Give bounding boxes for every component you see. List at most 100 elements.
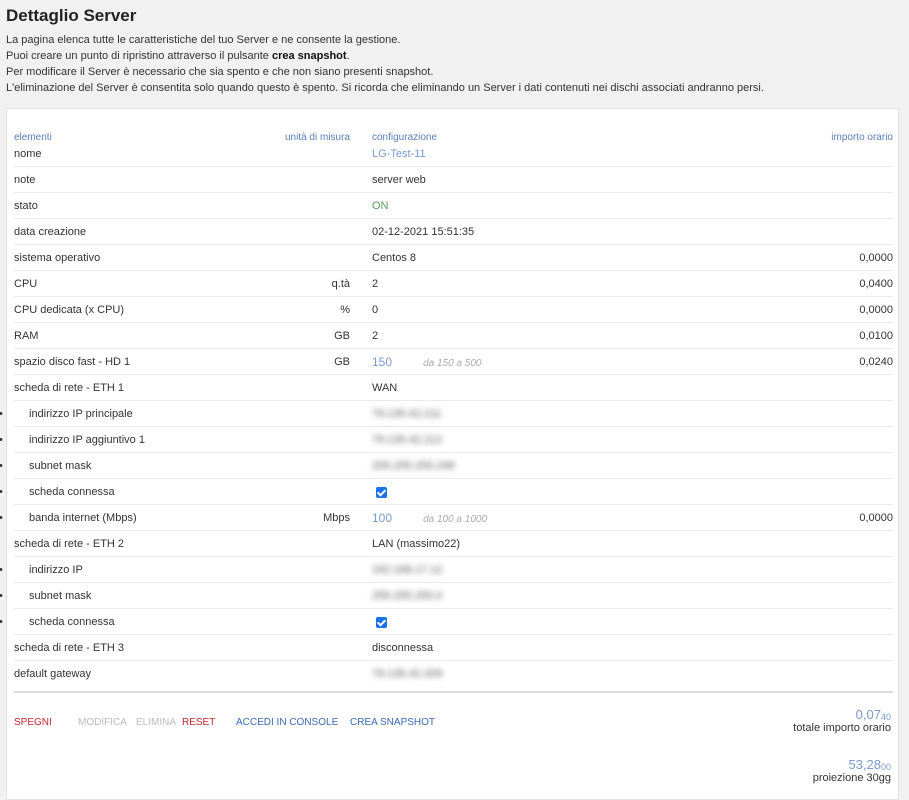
row-label: scheda di rete - ETH 1	[14, 382, 125, 394]
accedi-console-button[interactable]: ACCEDI IN CONSOLE	[236, 717, 338, 728]
bandwidth-input[interactable]: 100	[372, 505, 420, 531]
table-row-eth2-ip: indirizzo IP 192.168.17.12	[0, 557, 893, 583]
row-label: RAM	[14, 330, 39, 342]
table-row-gateway: default gateway 79.135.42.209	[14, 661, 893, 687]
monthly-projection: 53,2800 proiezione 30gg	[813, 757, 891, 784]
bandwidth-input-wrap: 100 da 100 a 1000	[372, 505, 487, 533]
row-unit: Mbps	[323, 512, 350, 524]
row-label: stato	[14, 200, 38, 212]
monthly-projection-label: proiezione 30gg	[812, 772, 891, 784]
disk-range-hint: da 150 a 500	[423, 358, 482, 369]
row-value: 2	[372, 330, 379, 342]
table-row-eth2: scheda di rete - ETH 2 LAN (massimo22)	[14, 531, 893, 557]
row-value: 02-12-2021 15:51:35	[372, 226, 475, 238]
row-unit: GB	[334, 356, 350, 368]
row-amount: 0,0000	[859, 304, 893, 316]
ip-value-blurred: 192.168.17.12	[372, 564, 443, 576]
modifica-button[interactable]: MODIFICA	[78, 717, 127, 728]
row-label: scheda di rete - ETH 2	[14, 538, 125, 550]
row-amount: 0,0240	[859, 356, 893, 368]
table-row-eth1: scheda di rete - ETH 1 WAN	[14, 375, 893, 401]
page-title: Dettaglio Server	[6, 6, 137, 25]
monthly-projection-main: 53,28	[848, 757, 881, 772]
row-value: LAN (massimo22)	[372, 538, 461, 550]
table-row-stato: stato ON	[14, 193, 893, 219]
table-row-disk: spazio disco fast - HD 1 GB 150 da 150 a…	[14, 349, 893, 375]
table-row-cpu-dedicata: CPU dedicata (x CPU) % 0 0,0000	[14, 297, 893, 323]
hourly-total: 0,0740 totale importo orario	[793, 707, 891, 734]
disk-size-input[interactable]: 150	[372, 349, 420, 375]
row-label: indirizzo IP principale	[0, 401, 133, 427]
row-value: WAN	[372, 382, 398, 394]
ip-value-blurred: 79.135.42.211	[372, 408, 442, 420]
row-label: subnet mask	[0, 453, 91, 479]
table-row-data-creazione: data creazione 02-12-2021 15:51:35	[14, 219, 893, 245]
row-label: data creazione	[14, 226, 87, 238]
table-row-note: note server web	[14, 167, 893, 193]
description-bold: crea snapshot	[271, 50, 347, 62]
description-text: Puoi creare un punto di ripristino attra…	[6, 50, 272, 62]
table-row-eth1-ip2: indirizzo IP aggiuntivo 1 79.135.42.212	[0, 427, 893, 453]
row-label: spazio disco fast - HD 1	[14, 356, 131, 368]
reset-button[interactable]: RESET	[182, 717, 215, 728]
table-row-eth1-connessa: scheda connessa	[0, 479, 893, 505]
ip-value-blurred: 79.135.42.212	[372, 434, 443, 446]
crea-snapshot-button[interactable]: CREA SNAPSHOT	[350, 717, 435, 728]
row-label: sistema operativo	[14, 252, 101, 264]
table-row-nome: nome LG-Test-11	[14, 141, 893, 167]
row-label: banda internet (Mbps)	[0, 505, 137, 531]
description-line-1: La pagina elenca tutte le caratteristich…	[6, 34, 401, 46]
table-row-eth2-mask: subnet mask 255.255.255.0	[0, 583, 893, 609]
row-label: CPU	[14, 278, 38, 290]
table-row-eth2-connessa: scheda connessa	[0, 609, 893, 635]
row-unit: %	[340, 304, 350, 316]
description-text: .	[346, 50, 350, 62]
server-name-link[interactable]: LG-Test-11	[372, 141, 426, 167]
description-line-4: L'eliminazione del Server è consentita s…	[6, 82, 764, 94]
table-row-ram: RAM GB 2 0,0100	[14, 323, 893, 349]
table-row-eth1-ip: indirizzo IP principale 79.135.42.211	[0, 401, 893, 427]
status-badge: ON	[372, 200, 389, 212]
row-label: default gateway	[14, 668, 92, 680]
description-line-2: Puoi creare un punto di ripristino attra…	[6, 48, 906, 64]
row-amount: 0,0000	[859, 512, 893, 524]
mask-value-blurred: 255.255.255.248	[372, 460, 455, 472]
table-row-eth1-mask: subnet mask 255.255.255.248	[0, 453, 893, 479]
table-row-eth3: scheda di rete - ETH 3 disconnessa	[14, 635, 893, 661]
monthly-projection-value: 53,2800	[813, 757, 891, 772]
row-value: server web	[372, 174, 426, 186]
server-detail-card: elementi unità di misura configurazione …	[0, 108, 899, 800]
row-label: indirizzo IP	[0, 557, 83, 583]
row-label: scheda connessa	[0, 609, 115, 635]
row-amount: 0,0100	[859, 330, 893, 342]
row-unit: GB	[334, 330, 350, 342]
eth1-connected-checkbox[interactable]	[376, 487, 387, 498]
row-label: note	[14, 174, 36, 186]
row-label: indirizzo IP aggiuntivo 1	[0, 427, 145, 453]
description-line-3: Per modificare il Server è necessario ch…	[6, 66, 434, 78]
monthly-projection-decimals: 00	[880, 762, 891, 772]
row-value: Centos 8	[372, 252, 417, 264]
row-label: scheda connessa	[0, 479, 115, 505]
row-value: disconnessa	[372, 642, 434, 654]
bandwidth-range-hint: da 100 a 1000	[423, 514, 488, 525]
table-divider	[14, 691, 893, 693]
table-row-cpu: CPU q.tà 2 0,0400	[14, 271, 893, 297]
hourly-total-decimals: 40	[880, 712, 891, 722]
gateway-value-blurred: 79.135.42.209	[372, 668, 443, 680]
elimina-button[interactable]: ELIMINA	[136, 717, 176, 728]
hourly-total-main: 0,07	[855, 707, 881, 722]
row-label: subnet mask	[0, 583, 91, 609]
hourly-total-value: 0,0740	[793, 707, 891, 722]
row-label: CPU dedicata (x CPU)	[14, 304, 125, 316]
row-value: 2	[372, 278, 379, 290]
row-amount: 0,0000	[859, 252, 893, 264]
row-label: scheda di rete - ETH 3	[14, 642, 125, 654]
spegni-button[interactable]: SPEGNI	[14, 717, 52, 728]
page-header: Dettaglio Server La pagina elenca tutte …	[6, 6, 906, 96]
table-row-sistema-operativo: sistema operativo Centos 8 0,0000	[14, 245, 893, 271]
row-value: 0	[372, 304, 379, 316]
hourly-total-label: totale importo orario	[793, 722, 891, 734]
row-amount: 0,0400	[859, 278, 893, 290]
eth2-connected-checkbox[interactable]	[376, 617, 387, 628]
